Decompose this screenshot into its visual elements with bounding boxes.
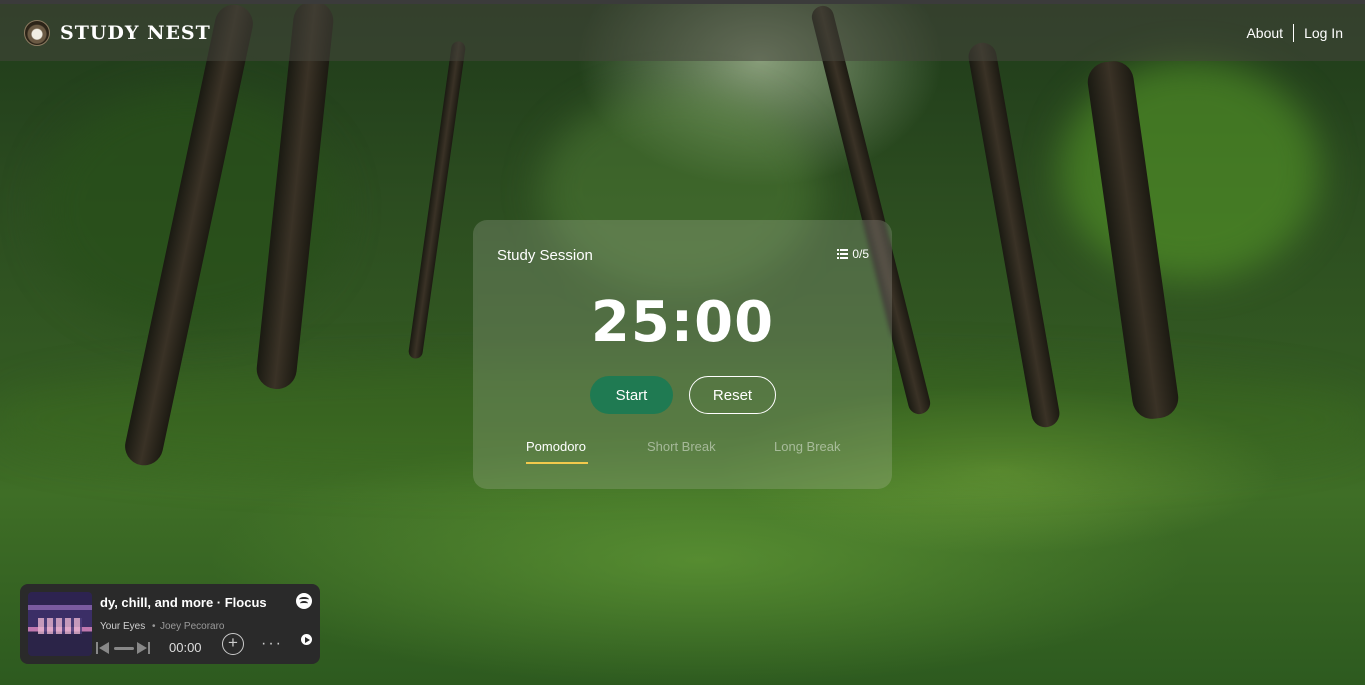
nest-logo-icon [24,19,50,46]
task-list-icon [837,249,849,259]
artist-name[interactable]: Joey Pecoraro [160,621,224,632]
nav-divider [1293,23,1295,42]
brand[interactable]: STUDY NEST [24,19,211,46]
about-link[interactable]: About [1246,25,1283,41]
add-icon[interactable]: + [222,633,244,655]
reset-button[interactable]: Reset [689,376,776,414]
play-icon[interactable] [301,634,312,645]
top-nav: About Log In [1246,23,1343,42]
task-count-value: 0/5 [852,247,869,261]
playlist-title[interactable]: dy, chill, and more · Flocus [100,595,270,610]
task-counter[interactable]: 0/5 [837,247,869,261]
timer-card: Study Session 0/5 25:00 Start Reset Pomo… [473,220,892,489]
login-link[interactable]: Log In [1304,25,1343,41]
separator-dot: • [152,621,156,632]
tab-pomodoro[interactable]: Pomodoro [526,439,586,454]
spotify-player: dy, chill, and more · Flocus Your Eyes •… [20,584,320,664]
tab-short-break[interactable]: Short Break [647,439,716,454]
timer-display: 25:00 [590,290,775,355]
more-icon[interactable]: ··· [261,635,283,653]
progress-bar[interactable] [114,647,134,650]
start-button[interactable]: Start [590,376,673,414]
next-icon[interactable] [137,642,151,654]
spotify-icon[interactable] [296,593,312,609]
playback-time: 00:00 [169,640,202,655]
session-title: Study Session [497,247,593,264]
tab-long-break[interactable]: Long Break [774,439,841,454]
active-tab-indicator [526,462,588,464]
album-cover[interactable] [28,592,92,656]
brand-name: STUDY NEST [60,21,211,44]
previous-icon[interactable] [96,642,110,654]
site-header: STUDY NEST About Log In [0,4,1365,61]
song-title[interactable]: Your Eyes [100,621,145,632]
